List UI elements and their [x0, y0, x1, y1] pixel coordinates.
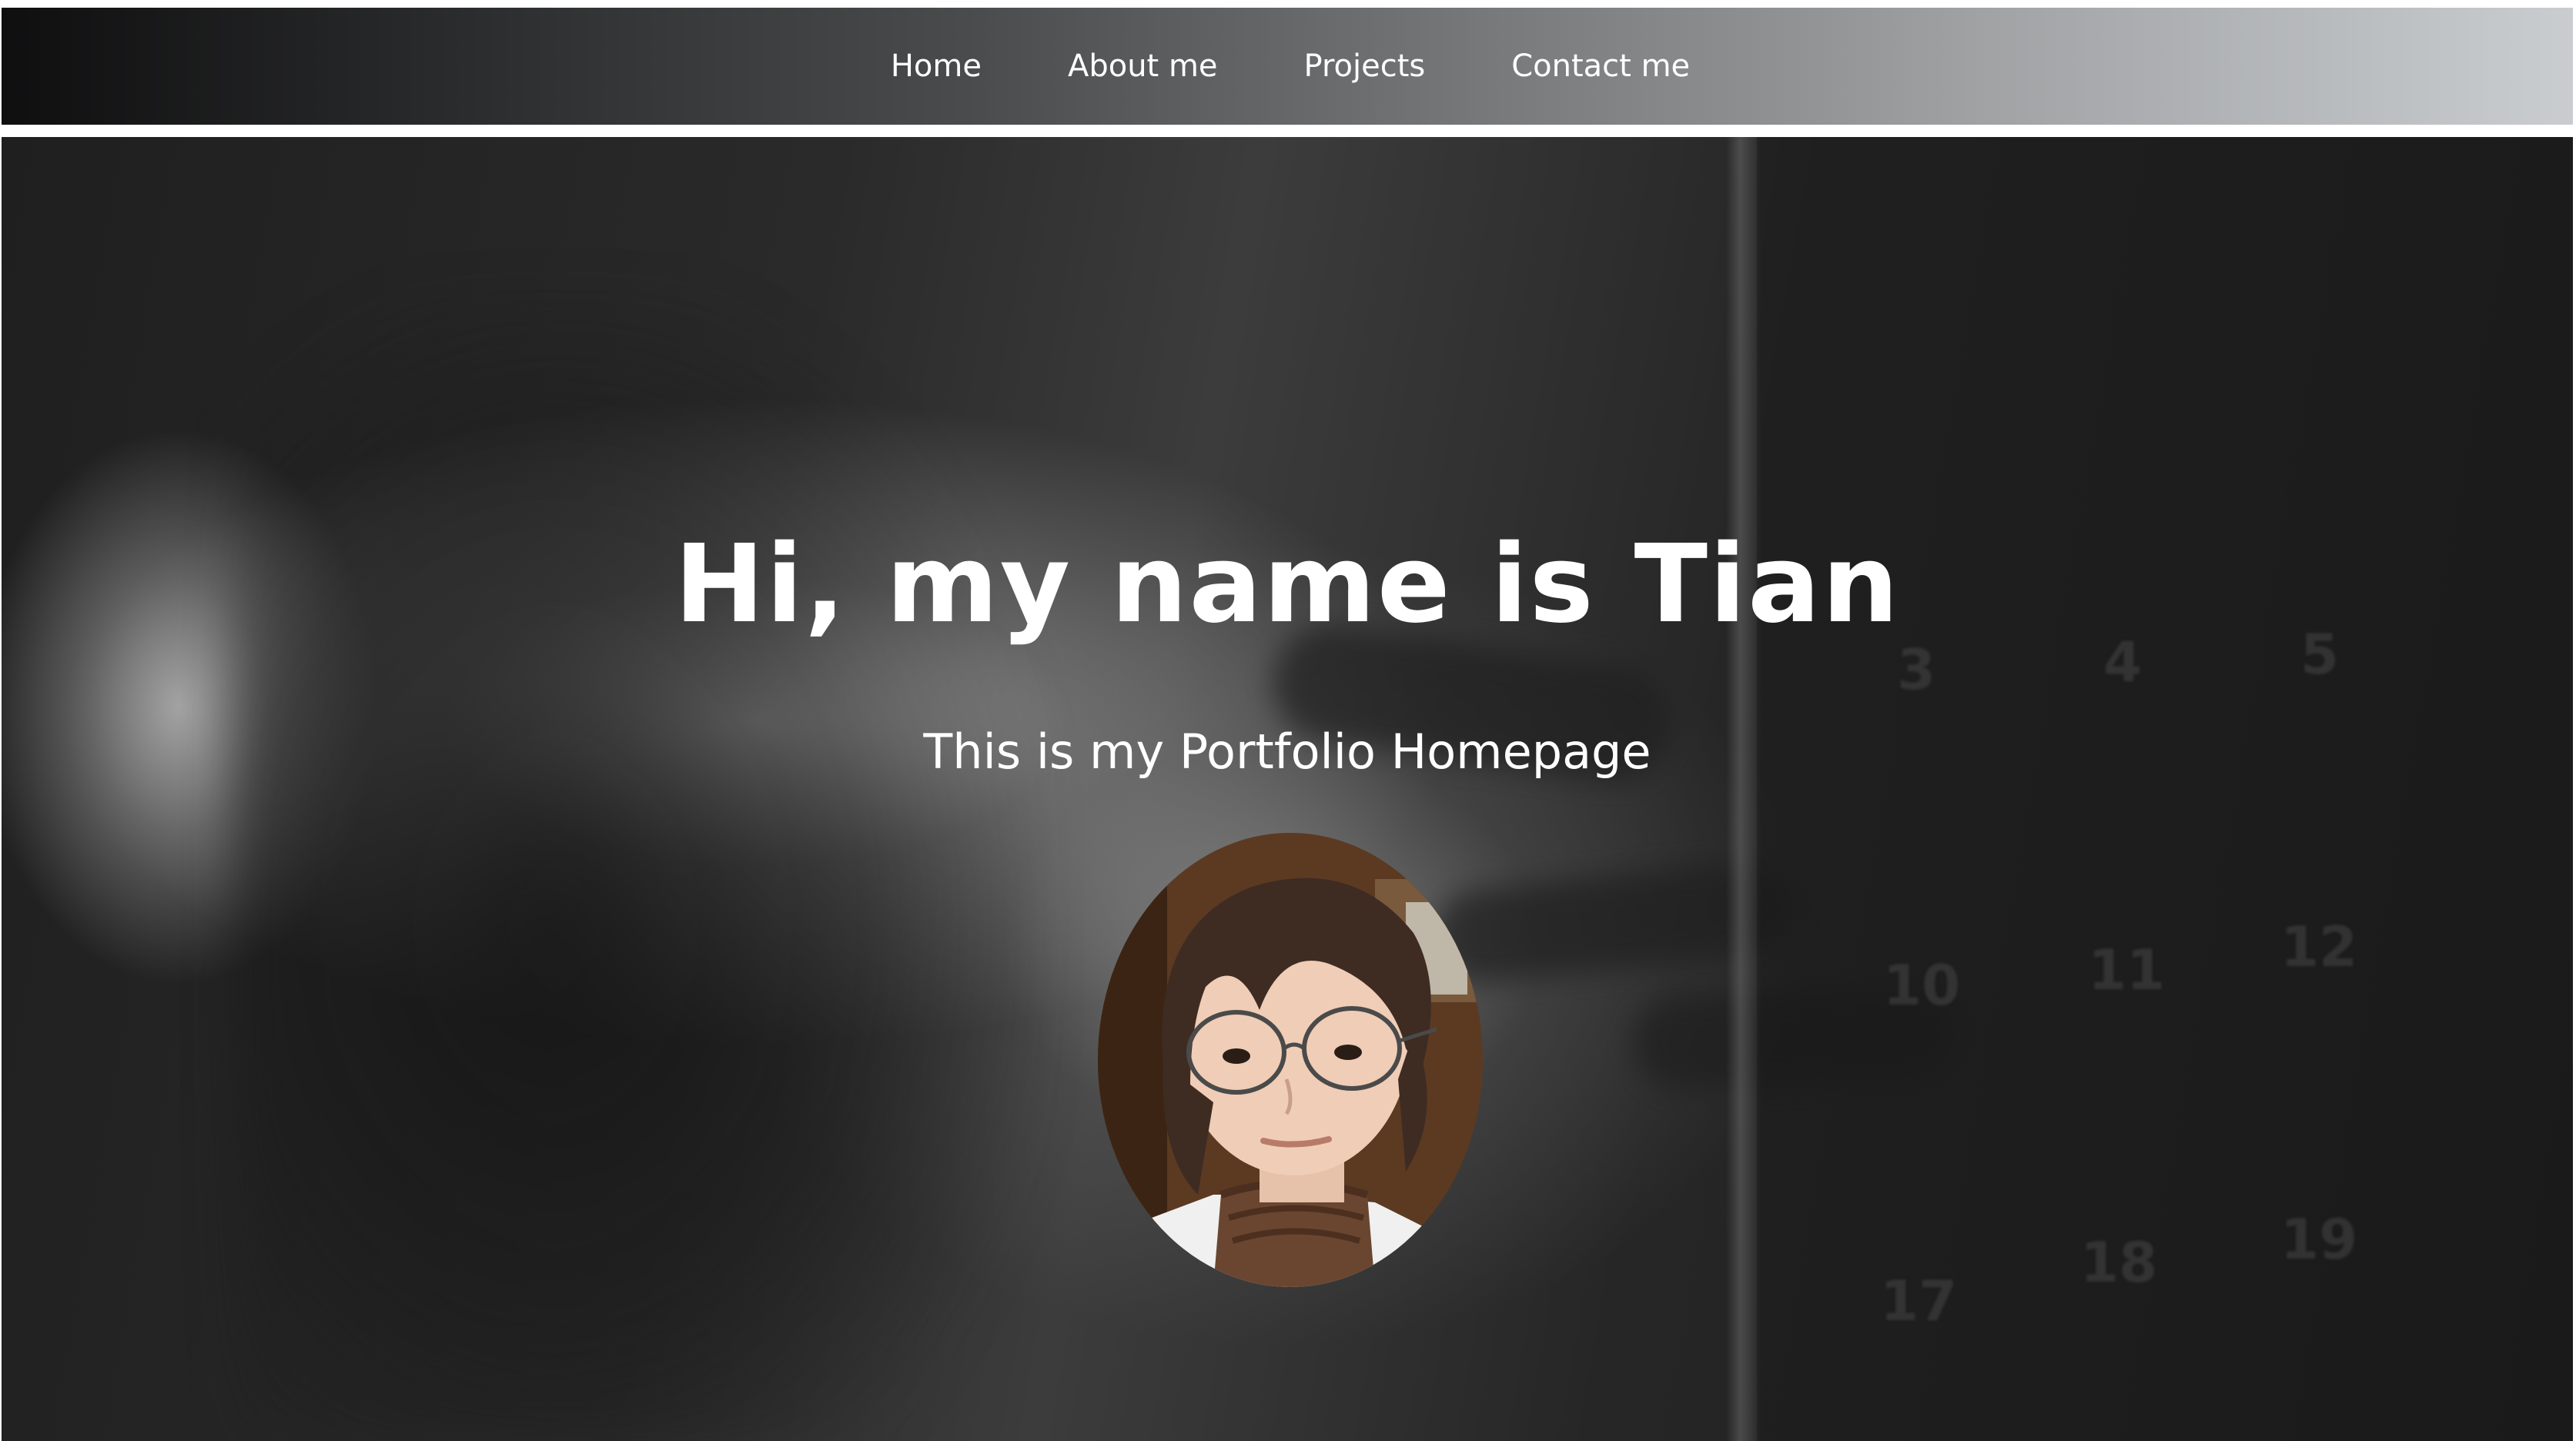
top-navbar: Home About me Projects Contact me — [2, 8, 2573, 125]
hero-title: Hi, my name is Tian — [674, 522, 1901, 647]
nav-home-link[interactable]: Home — [848, 48, 1025, 84]
hero-subtitle: This is my Portfolio Homepage — [923, 724, 1651, 780]
nav-about-link[interactable]: About me — [1025, 48, 1261, 84]
nav-projects-link[interactable]: Projects — [1261, 48, 1469, 84]
portfolio-page: Home About me Projects Contact me 3 4 5 … — [0, 0, 2576, 1441]
nav-list: Home About me Projects Contact me — [848, 48, 1733, 84]
hero-content: Hi, my name is Tian This is my Portfolio… — [2, 137, 2573, 1441]
nav-contact-link[interactable]: Contact me — [1468, 48, 1733, 84]
profile-photo — [1098, 833, 1483, 1287]
profile-avatar — [1098, 833, 1483, 1287]
hero-section: 3 4 5 10 11 12 17 18 19 Hi, my name is T… — [2, 137, 2573, 1441]
